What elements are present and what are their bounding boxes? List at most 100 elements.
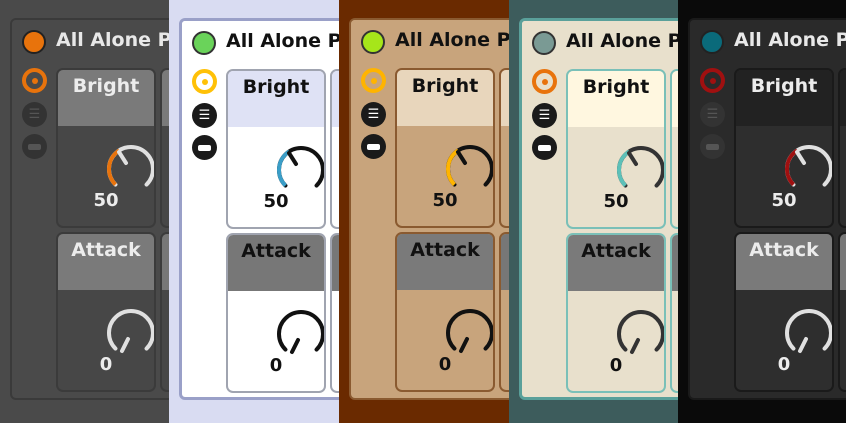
knob-track [785, 309, 832, 351]
attack-value: 0 [438, 354, 452, 375]
theme-strip-light: All Alone Pa ☰ Bright 50 Attack [169, 0, 339, 423]
knob-track [446, 309, 493, 351]
hot-swap-icon[interactable] [361, 68, 386, 93]
list-icon[interactable]: ☰ [361, 102, 386, 127]
knob-track [107, 309, 154, 351]
device-panel: All Alone Pa ☰ Bright 50 Attack [179, 18, 339, 400]
device-power-button[interactable] [192, 31, 216, 55]
bright-control[interactable]: Bright 50 [226, 69, 326, 229]
knob-pointer [456, 150, 467, 165]
bright-control[interactable]: Bright 50 [395, 68, 495, 228]
knob-track [617, 310, 664, 352]
partial-card [330, 69, 339, 229]
knob-value-arc [617, 149, 631, 187]
knob-value-arc [785, 148, 799, 186]
partial-card [838, 68, 846, 228]
bright-value: 50 [432, 190, 458, 211]
knob-pointer [627, 151, 638, 166]
bright-label: Bright [568, 71, 664, 127]
collapse-icon[interactable] [532, 135, 557, 160]
device-power-button[interactable] [361, 30, 385, 54]
attack-value: 0 [609, 355, 623, 376]
knob-pointer [795, 150, 806, 165]
partial-card [670, 233, 678, 393]
bright-knob[interactable] [443, 142, 495, 196]
knob-value-arc [107, 148, 121, 186]
knob-pointer [287, 151, 298, 166]
list-icon[interactable]: ☰ [22, 102, 47, 127]
device-titlebar: All Alone Pa [522, 21, 678, 65]
bright-knob[interactable] [614, 143, 666, 197]
device-title: All Alone Pa [566, 30, 678, 52]
bright-knob[interactable] [782, 142, 834, 196]
attack-control[interactable]: Attack 0 [226, 233, 326, 393]
bottom-bar [0, 409, 169, 423]
attack-knob[interactable] [443, 306, 495, 360]
bright-knob[interactable] [104, 142, 156, 196]
hot-swap-icon[interactable] [192, 69, 217, 94]
attack-control[interactable]: Attack 0 [734, 232, 834, 392]
bright-label: Bright [228, 71, 324, 127]
attack-control[interactable]: Attack 0 [395, 232, 495, 392]
device-titlebar: All Alone Pa [182, 21, 339, 65]
bright-value: 50 [93, 190, 119, 211]
knob-value-arc [277, 149, 291, 187]
attack-label: Attack [568, 235, 664, 291]
attack-knob[interactable] [274, 307, 326, 361]
device-panel: All Alone Pa ☰ Bright 50 Attack [349, 18, 509, 400]
device-title: All Alone Pa [56, 29, 169, 51]
device-power-button[interactable] [532, 31, 556, 55]
attack-control[interactable]: Attack 0 [56, 232, 156, 392]
attack-knob[interactable] [104, 306, 156, 360]
bottom-bar [339, 409, 509, 423]
bottom-bar [509, 409, 678, 423]
hot-swap-icon[interactable] [532, 69, 557, 94]
device-panel: All Alone Pa ☰ Bright 50 Attack [688, 18, 846, 400]
device-title: All Alone Pa [395, 29, 509, 51]
bottom-bar [678, 409, 846, 423]
attack-label: Attack [397, 234, 493, 290]
bright-value: 50 [263, 191, 289, 212]
device-titlebar: All Alone Pa [351, 20, 509, 64]
attack-control[interactable]: Attack 0 [566, 233, 666, 393]
attack-value: 0 [777, 354, 791, 375]
list-icon[interactable]: ☰ [192, 103, 217, 128]
bright-knob[interactable] [274, 143, 326, 197]
attack-label: Attack [736, 234, 832, 290]
device-panel: All Alone Pa ☰ Bright 50 Attack [10, 18, 169, 400]
partial-card [330, 233, 339, 393]
list-icon[interactable]: ☰ [700, 102, 725, 127]
bright-control[interactable]: Bright 50 [566, 69, 666, 229]
knob-pointer [798, 337, 808, 353]
device-panel: All Alone Pa ☰ Bright 50 Attack [519, 18, 678, 400]
device-title: All Alone Pa [734, 29, 846, 51]
bright-label: Bright [397, 70, 493, 126]
attack-knob[interactable] [782, 306, 834, 360]
attack-value: 0 [99, 354, 113, 375]
bright-label: Bright [736, 70, 832, 126]
partial-card [160, 68, 169, 228]
collapse-icon[interactable] [192, 135, 217, 160]
attack-label: Attack [58, 234, 154, 290]
partial-card [838, 232, 846, 392]
device-power-button[interactable] [22, 30, 46, 54]
partial-card [670, 69, 678, 229]
bright-control[interactable]: Bright 50 [56, 68, 156, 228]
knob-value-arc [446, 148, 460, 186]
theme-strip-black: All Alone Pa ☰ Bright 50 Attack [678, 0, 846, 423]
bright-value: 50 [771, 190, 797, 211]
attack-label: Attack [228, 235, 324, 291]
hot-swap-icon[interactable] [22, 68, 47, 93]
device-power-button[interactable] [700, 30, 724, 54]
bright-control[interactable]: Bright 50 [734, 68, 834, 228]
list-icon[interactable]: ☰ [532, 103, 557, 128]
partial-card [499, 232, 509, 392]
device-titlebar: All Alone Pa [690, 20, 846, 64]
collapse-icon[interactable] [361, 134, 386, 159]
knob-pointer [120, 337, 130, 353]
collapse-icon[interactable] [700, 134, 725, 159]
hot-swap-icon[interactable] [700, 68, 725, 93]
attack-knob[interactable] [614, 307, 666, 361]
knob-track [277, 310, 324, 352]
collapse-icon[interactable] [22, 134, 47, 159]
